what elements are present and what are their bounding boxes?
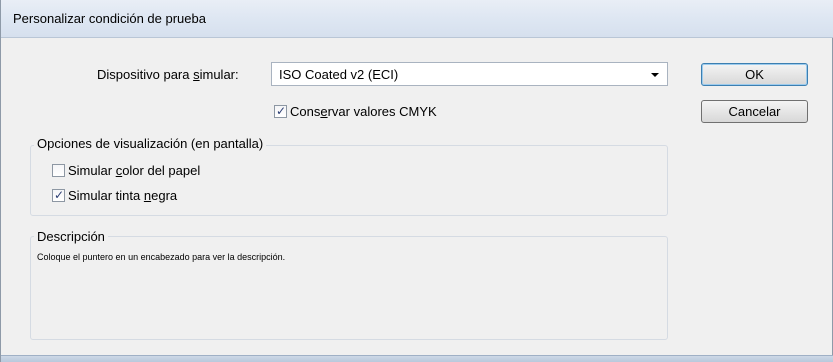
- display-options-group: [30, 145, 668, 216]
- checkmark-icon: ✓: [276, 104, 287, 118]
- device-label: Dispositivo para simular:: [97, 67, 239, 82]
- preserve-cmyk-label[interactable]: Conservar valores CMYK: [290, 104, 437, 119]
- chevron-down-icon[interactable]: [651, 73, 659, 77]
- simulate-ink-label[interactable]: Simular tinta negra: [68, 188, 177, 203]
- dialog-window: Personalizar condición de prueba Disposi…: [0, 0, 833, 362]
- description-text: Coloque el puntero en un encabezado para…: [37, 252, 286, 262]
- cancel-button[interactable]: Cancelar: [701, 100, 808, 123]
- description-title: Descripción: [34, 229, 108, 244]
- preserve-cmyk-checkbox[interactable]: ✓: [274, 104, 287, 118]
- ok-button[interactable]: OK: [701, 63, 808, 86]
- simulate-paper-checkbox[interactable]: [52, 164, 65, 177]
- device-select[interactable]: ISO Coated v2 (ECI): [271, 62, 668, 86]
- simulate-paper-label[interactable]: Simular color del papel: [68, 163, 200, 178]
- checkmark-icon: ✓: [54, 188, 65, 202]
- device-select-value: ISO Coated v2 (ECI): [279, 67, 399, 82]
- window-title: Personalizar condición de prueba: [13, 11, 206, 26]
- title-bar[interactable]: Personalizar condición de prueba: [1, 0, 833, 38]
- window-bottom-border: [1, 355, 833, 362]
- display-options-title: Opciones de visualización (en pantalla): [34, 136, 267, 151]
- simulate-ink-checkbox[interactable]: ✓: [52, 188, 65, 202]
